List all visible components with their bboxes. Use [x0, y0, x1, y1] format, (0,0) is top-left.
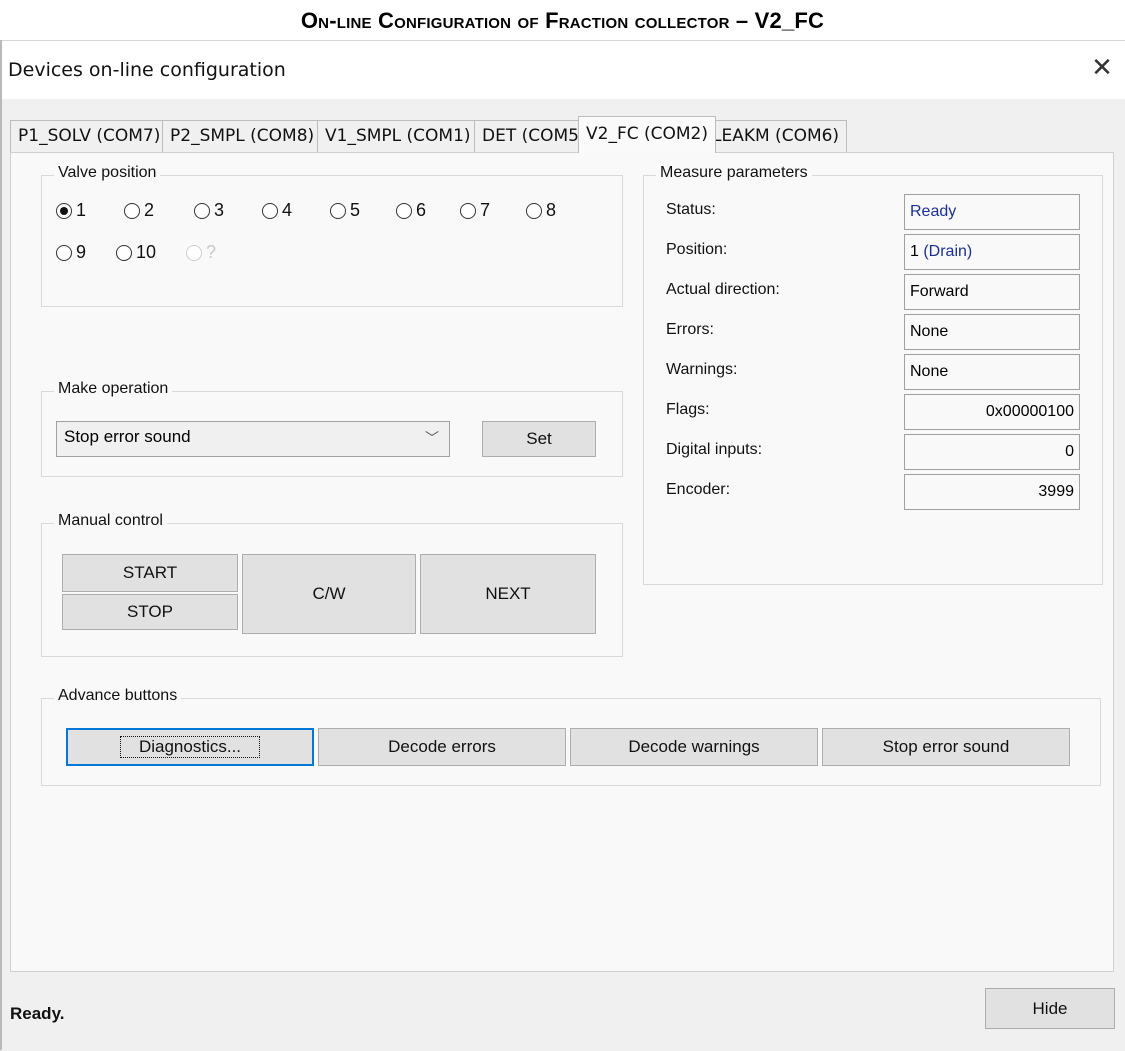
warnings-label: Warnings:: [666, 361, 738, 378]
advance-buttons-group: Advance buttons Diagnostics... Decode er…: [41, 687, 1101, 786]
diagnostics-button[interactable]: Diagnostics...: [66, 728, 314, 766]
valve-position-title: Valve position: [54, 164, 161, 182]
errors-label: Errors:: [666, 321, 714, 338]
manual-control-group: Manual control START STOP C/W NEXT: [41, 512, 623, 657]
encoder-label: Encoder:: [666, 481, 731, 498]
window-edge: [0, 40, 2, 1050]
radio-icon: [124, 202, 140, 219]
hide-button[interactable]: Hide: [985, 988, 1115, 1029]
title-bar: Devices on-line configuration ✕: [0, 41, 1125, 99]
tab-v1-smpl[interactable]: V1_SMPL (COM1): [317, 120, 479, 152]
radio-icon: [460, 202, 476, 219]
document-heading: On-line Configuration of Fraction collec…: [300, 8, 825, 33]
digital-inputs-value: 0: [904, 434, 1080, 470]
radio-position-unknown: ?: [186, 242, 216, 263]
tab-v2-fc[interactable]: V2_FC (COM2): [578, 116, 716, 153]
radio-checked-icon: [56, 202, 72, 219]
radio-icon: [186, 244, 202, 261]
position-label: Position:: [666, 241, 728, 258]
stop-button[interactable]: STOP: [62, 594, 238, 630]
radio-icon: [194, 202, 210, 219]
diagnostics-label: Diagnostics...: [119, 736, 261, 758]
radio-position-3[interactable]: 3: [194, 200, 224, 221]
config-window: Devices on-line configuration ✕ P1_SOLV …: [0, 40, 1125, 1051]
radio-icon: [56, 244, 72, 261]
warnings-value: None: [904, 354, 1080, 390]
advance-buttons-title: Advance buttons: [54, 687, 182, 705]
tab-p1-solv[interactable]: P1_SOLV (COM7): [10, 120, 169, 152]
actual-direction-label: Actual direction:: [666, 281, 780, 298]
radio-position-5[interactable]: 5: [330, 200, 360, 221]
actual-direction-value: Forward: [904, 274, 1080, 310]
window-title: Devices on-line configuration: [8, 59, 286, 81]
tab-strip: P1_SOLV (COM7) P2_SMPL (COM8) V1_SMPL (C…: [10, 116, 1115, 153]
valve-position-group: Valve position 1 2 3 4 5 6 7 8 9 10 ?: [41, 164, 623, 307]
radio-position-8[interactable]: 8: [526, 200, 556, 221]
flags-value: 0x00000100: [904, 394, 1080, 430]
digital-inputs-label: Digital inputs:: [666, 441, 763, 458]
status-bar-text: Ready.: [10, 1004, 65, 1023]
flags-label: Flags:: [666, 401, 710, 418]
errors-value: None: [904, 314, 1080, 350]
radio-icon: [262, 202, 278, 219]
radio-position-9[interactable]: 9: [56, 242, 86, 263]
cw-button[interactable]: C/W: [242, 554, 416, 634]
radio-position-10[interactable]: 10: [116, 242, 156, 263]
tab-leakm[interactable]: LEAKM (COM6): [704, 120, 848, 152]
set-button[interactable]: Set: [482, 421, 596, 457]
make-operation-group: Make operation Stop error sound ﹀ Set: [41, 380, 623, 477]
measure-parameters-title: Measure parameters: [656, 164, 812, 182]
decode-errors-button[interactable]: Decode errors: [318, 728, 566, 766]
status-label: Status:: [666, 201, 716, 218]
radio-icon: [396, 202, 412, 219]
encoder-value: 3999: [904, 474, 1080, 510]
stop-error-sound-button[interactable]: Stop error sound: [822, 728, 1070, 766]
radio-position-7[interactable]: 7: [460, 200, 490, 221]
manual-control-title: Manual control: [54, 512, 167, 530]
next-button[interactable]: NEXT: [420, 554, 596, 634]
tab-det[interactable]: DET (COM5): [474, 120, 594, 152]
radio-position-6[interactable]: 6: [396, 200, 426, 221]
tab-panel-v2-fc: Valve position 1 2 3 4 5 6 7 8 9 10 ? Ma…: [10, 152, 1114, 972]
tab-p2-smpl[interactable]: P2_SMPL (COM8): [162, 120, 323, 152]
close-icon[interactable]: ✕: [1087, 53, 1117, 83]
operation-select[interactable]: Stop error sound ﹀: [56, 421, 450, 457]
chevron-down-icon: ﹀: [425, 430, 439, 446]
radio-icon: [330, 202, 346, 219]
radio-position-4[interactable]: 4: [262, 200, 292, 221]
radio-icon: [526, 202, 542, 219]
radio-icon: [116, 244, 132, 261]
radio-position-2[interactable]: 2: [124, 200, 154, 221]
decode-warnings-button[interactable]: Decode warnings: [570, 728, 818, 766]
make-operation-title: Make operation: [54, 380, 173, 398]
measure-parameters-group: Measure parameters Status: Ready Positio…: [643, 164, 1103, 585]
radio-position-1[interactable]: 1: [56, 200, 86, 221]
status-value: Ready: [904, 194, 1080, 230]
start-button[interactable]: START: [62, 554, 238, 592]
operation-select-value: Stop error sound: [64, 427, 191, 446]
position-value: 1 (Drain): [904, 234, 1080, 270]
